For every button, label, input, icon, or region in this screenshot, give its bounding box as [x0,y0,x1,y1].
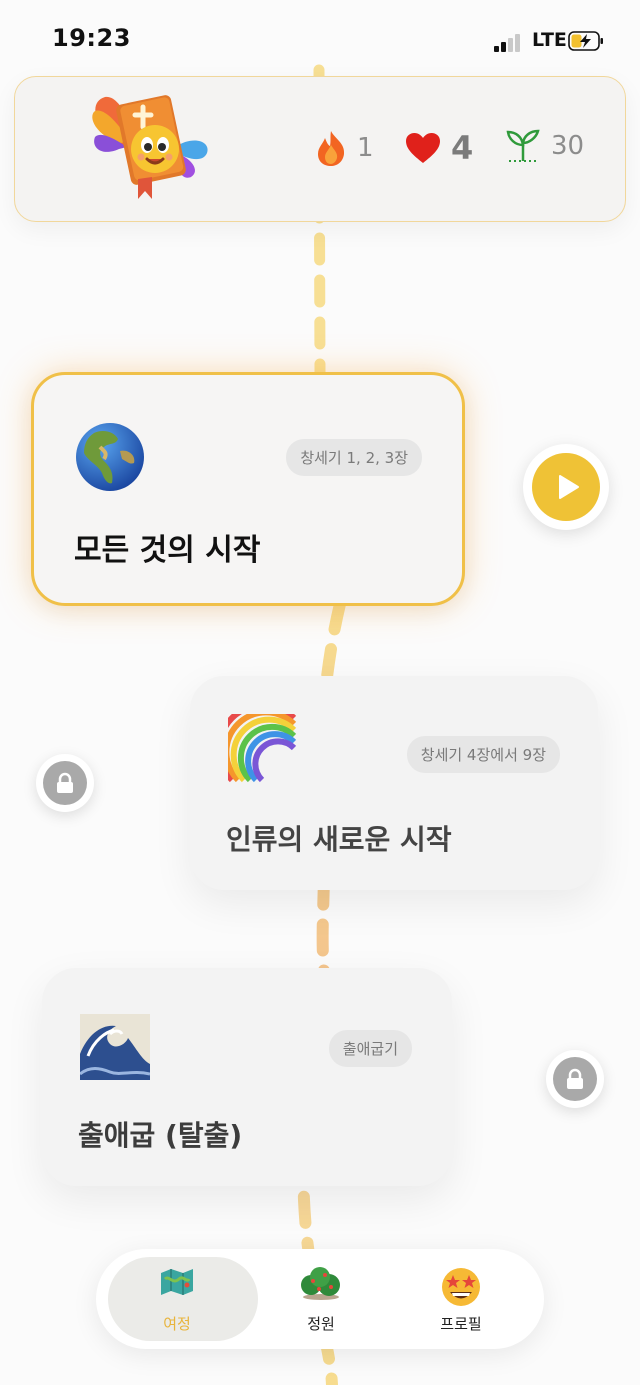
play-icon [559,475,579,499]
fire-icon [318,131,345,166]
signal-icon [494,32,524,52]
header-card: 1 4 30 [14,76,626,222]
lesson-3-chapter-badge: 출애굽기 [328,1030,412,1067]
lesson-2-title: 인류의 새로운 시작 [226,823,452,856]
lesson-1-chapter-badge: 창세기 1, 2, 3장 [286,439,422,476]
lock-button-lesson-3[interactable] [546,1050,604,1108]
lesson-3-title: 출애굽 (탈출) [78,1119,243,1152]
lesson-card-1[interactable]: 창세기 1, 2, 3장 모든 것의 시작 [31,372,465,606]
status-bar: 19:23 LTE [0,0,640,70]
lock-icon [57,772,73,793]
lesson-card-3[interactable]: 출애굽기 출애굽 (탈출) [42,968,452,1186]
wave-icon [80,1014,150,1080]
nav-label-profile: 프로필 [440,1315,482,1333]
lesson-2-chapter-badge: 창세기 4장에서 9장 [406,736,560,773]
network-type: LTE [532,29,567,51]
lesson-1-title: 모든 것의 시작 [74,533,261,568]
hearts-value: 4 [451,129,474,167]
sprout-icon [506,129,540,162]
nav-tab-journey[interactable]: 여정 [102,1249,258,1349]
battery-charging-icon [568,31,603,51]
lesson-card-2[interactable]: 창세기 4장에서 9장 인류의 새로운 시작 [190,676,598,890]
bottom-nav: 여정 정원 프로필 [96,1249,544,1349]
streak-counter[interactable]: 1 [315,129,374,167]
bible-mascot-icon [92,95,208,199]
play-button[interactable] [523,444,609,530]
nav-tab-garden[interactable]: 정원 [246,1249,396,1349]
hearts-counter[interactable]: 4 [405,129,473,167]
nav-tab-profile[interactable]: 프로필 [386,1249,536,1349]
nav-label-journey: 여정 [163,1315,191,1333]
seeds-counter[interactable]: 30 [505,129,584,163]
map-icon [161,1269,193,1295]
lock-button-lesson-2[interactable] [36,754,94,812]
status-time: 19:23 [52,24,131,52]
seeds-value: 30 [551,131,585,161]
heart-icon [406,133,440,163]
bush-icon [301,1267,340,1300]
rainbow-icon [228,714,297,783]
globe-icon [76,423,144,491]
star-struck-face-icon [442,1268,480,1306]
lock-icon [567,1068,583,1089]
nav-label-garden: 정원 [307,1315,335,1333]
streak-value: 1 [357,133,374,163]
